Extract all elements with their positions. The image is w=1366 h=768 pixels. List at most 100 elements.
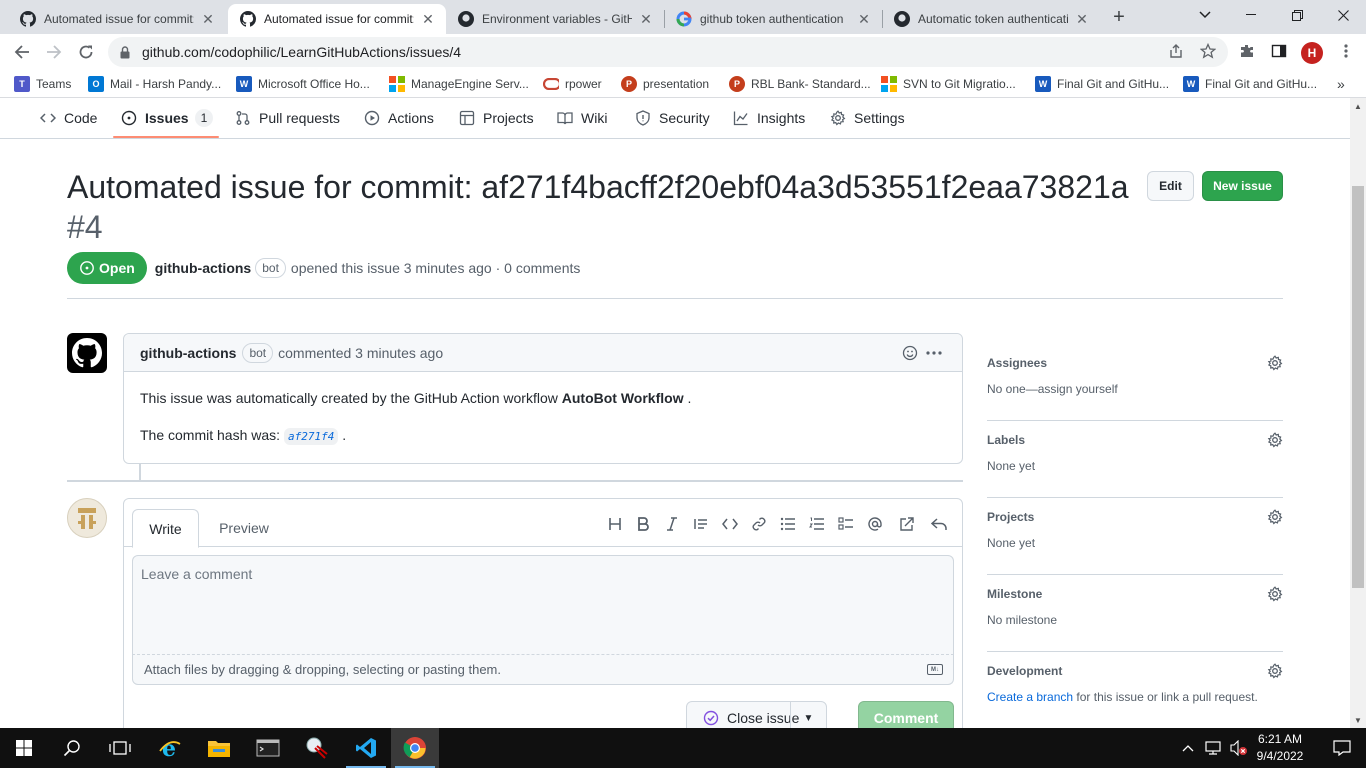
forward-icon[interactable] xyxy=(40,38,68,66)
comment-textarea[interactable]: Leave a comment xyxy=(132,555,954,655)
quote-icon[interactable] xyxy=(692,515,710,533)
comment-author[interactable]: github-actions xyxy=(140,345,236,361)
restore-icon[interactable] xyxy=(1274,0,1320,30)
tab-preview[interactable]: Preview xyxy=(208,509,280,547)
close-icon[interactable]: ✕ xyxy=(1074,11,1090,27)
link-icon[interactable] xyxy=(750,515,768,533)
author-link[interactable]: github-actions xyxy=(155,260,251,276)
cross-reference-icon[interactable] xyxy=(898,515,916,533)
extensions-icon[interactable] xyxy=(1237,41,1257,61)
task-view-icon[interactable] xyxy=(96,728,144,768)
page-scrollbar[interactable]: ▲ ▼ xyxy=(1350,98,1366,728)
close-window-icon[interactable] xyxy=(1320,0,1366,30)
sidebar-value[interactable]: No one—assign yourself xyxy=(987,382,1118,396)
mention-icon[interactable] xyxy=(866,515,884,533)
avatar[interactable] xyxy=(67,498,107,538)
bookmark-item[interactable]: O Mail - Harsh Pandy... xyxy=(88,75,221,93)
new-issue-button[interactable]: New issue xyxy=(1202,171,1283,201)
reload-icon[interactable] xyxy=(72,38,100,66)
taskbar-clock[interactable]: 6:21 AM 9/4/2022 xyxy=(1252,731,1308,765)
scroll-down-icon[interactable]: ▼ xyxy=(1350,712,1366,728)
close-icon[interactable]: ✕ xyxy=(638,11,654,27)
internet-explorer-icon[interactable]: e xyxy=(146,728,194,768)
tab-settings[interactable]: Settings xyxy=(830,98,905,138)
bookmark-item[interactable]: Ppresentation xyxy=(621,75,709,93)
italic-icon[interactable] xyxy=(663,515,681,533)
sidebar-heading[interactable]: Assignees xyxy=(987,356,1047,370)
network-icon[interactable] xyxy=(1200,728,1226,768)
vscode-icon[interactable] xyxy=(342,728,390,768)
tab-code[interactable]: Code xyxy=(40,98,97,138)
bookmark-item[interactable]: rpower xyxy=(543,75,602,93)
markdown-icon[interactable]: M↓ xyxy=(927,664,943,675)
tab-issues[interactable]: Issues 1 xyxy=(121,98,214,138)
scrollbar-thumb[interactable] xyxy=(1352,186,1364,588)
snipping-tool-icon[interactable] xyxy=(293,728,341,768)
tab-insights[interactable]: Insights xyxy=(733,98,805,138)
minimize-icon[interactable] xyxy=(1228,0,1274,30)
more-vertical-icon[interactable] xyxy=(1336,41,1356,61)
gear-icon[interactable] xyxy=(1267,509,1283,525)
tab-wiki[interactable]: Wiki xyxy=(557,98,607,138)
tasklist-icon[interactable] xyxy=(837,515,855,533)
sidebar-heading[interactable]: Development xyxy=(987,664,1062,678)
share-icon[interactable] xyxy=(1166,41,1186,61)
browser-tab-5[interactable]: Automatic token authentication ✕ xyxy=(882,4,1100,34)
comment-button[interactable]: Comment xyxy=(858,701,954,728)
back-icon[interactable] xyxy=(8,38,36,66)
gear-icon[interactable] xyxy=(1267,432,1283,448)
tab-actions[interactable]: Actions xyxy=(364,98,434,138)
bookmark-star-icon[interactable] xyxy=(1198,41,1218,61)
notifications-icon[interactable] xyxy=(1318,728,1366,768)
bookmark-item[interactable]: ManageEngine Serv... xyxy=(389,75,529,93)
code-icon[interactable] xyxy=(721,515,739,533)
chevron-down-icon[interactable]: ▼ xyxy=(790,702,826,728)
comment-time[interactable]: commented 3 minutes ago xyxy=(278,345,443,361)
gear-icon[interactable] xyxy=(1267,355,1283,371)
windows-start-icon[interactable] xyxy=(0,728,48,768)
tab-security[interactable]: Security xyxy=(635,98,710,138)
sidebar-heading[interactable]: Projects xyxy=(987,510,1034,524)
browser-tab-4[interactable]: github token authentication ✕ xyxy=(664,4,882,34)
browser-tab-2-active[interactable]: Automated issue for commit: af27 ✕ xyxy=(228,4,446,34)
bookmark-item[interactable]: W Final Git and GitHu... xyxy=(1183,75,1317,93)
profile-avatar[interactable]: H xyxy=(1301,42,1323,64)
close-icon[interactable]: ✕ xyxy=(420,11,436,27)
gear-icon[interactable] xyxy=(1267,586,1283,602)
bookmark-item[interactable]: T Teams xyxy=(14,75,71,93)
bookmarks-overflow-icon[interactable]: » xyxy=(1337,75,1345,93)
unordered-list-icon[interactable] xyxy=(779,515,797,533)
bookmark-item[interactable]: W Microsoft Office Ho... xyxy=(236,75,370,93)
side-panel-icon[interactable] xyxy=(1269,41,1289,61)
tab-write[interactable]: Write xyxy=(132,509,199,548)
create-branch-link[interactable]: Create a branch xyxy=(987,690,1073,704)
reply-icon[interactable] xyxy=(930,515,948,533)
gear-icon[interactable] xyxy=(1267,663,1283,679)
sidebar-heading[interactable]: Milestone xyxy=(987,587,1042,601)
heading-icon[interactable] xyxy=(606,515,624,533)
chevron-up-icon[interactable] xyxy=(1176,728,1200,768)
browser-tab-1[interactable]: Automated issue for commit: af27 ✕ xyxy=(8,4,226,34)
kebab-horizontal-icon[interactable] xyxy=(925,344,943,362)
chrome-icon[interactable] xyxy=(391,728,439,768)
bold-icon[interactable] xyxy=(634,515,652,533)
new-tab-button[interactable]: + xyxy=(1107,5,1131,29)
scroll-up-icon[interactable]: ▲ xyxy=(1350,98,1366,114)
tab-search-icon[interactable] xyxy=(1182,0,1228,30)
file-explorer-icon[interactable] xyxy=(195,728,243,768)
close-icon[interactable]: ✕ xyxy=(200,11,216,27)
attach-files-bar[interactable]: Attach files by dragging & dropping, sel… xyxy=(132,655,954,685)
tab-pull-requests[interactable]: Pull requests xyxy=(235,98,340,138)
bookmark-item[interactable]: W Final Git and GitHu... xyxy=(1035,75,1169,93)
volume-muted-icon[interactable] xyxy=(1226,728,1252,768)
bookmark-item[interactable]: SVN to Git Migratio... xyxy=(881,75,1016,93)
smiley-icon[interactable] xyxy=(901,344,919,362)
close-icon[interactable]: ✕ xyxy=(856,11,872,27)
browser-tab-3[interactable]: Environment variables - GitHub ✕ xyxy=(446,4,664,34)
sidebar-heading[interactable]: Labels xyxy=(987,433,1025,447)
tab-projects[interactable]: Projects xyxy=(459,98,534,138)
edit-button[interactable]: Edit xyxy=(1147,171,1194,201)
avatar[interactable] xyxy=(67,333,107,373)
ordered-list-icon[interactable] xyxy=(808,515,826,533)
commit-link[interactable]: af271f4 xyxy=(283,428,339,445)
